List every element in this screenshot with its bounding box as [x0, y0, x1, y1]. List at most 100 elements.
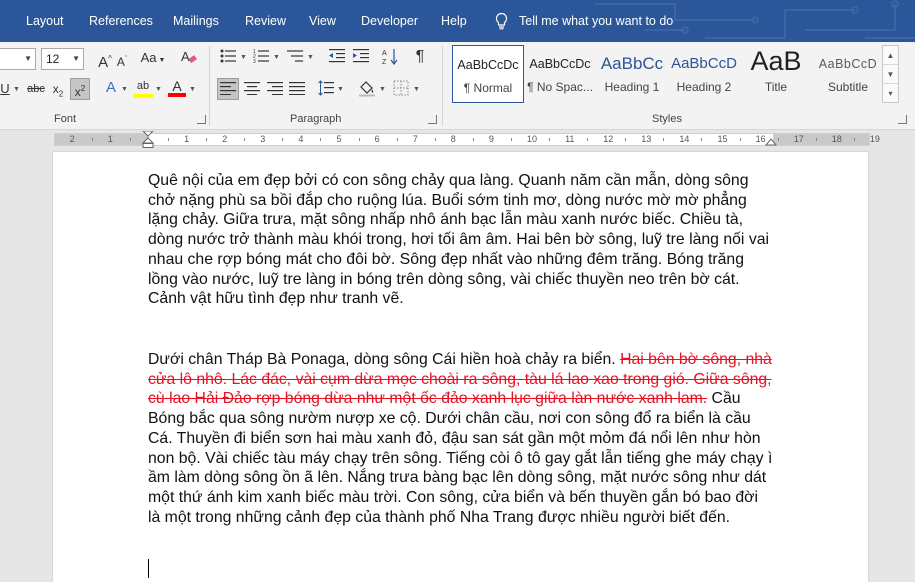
style-heading-2[interactable]: AaBbCcD Heading 2 [668, 45, 740, 103]
ruler-number: 2 [222, 134, 228, 144]
ruler-tick [358, 138, 360, 141]
grow-font-button[interactable]: A^ [95, 50, 115, 72]
paragraph-1[interactable]: Quê nội của em đẹp bởi có con sông chảy … [148, 171, 774, 309]
ruler-tick [663, 138, 665, 141]
ruler-number: 8 [450, 134, 456, 144]
right-indent-marker-icon[interactable] [765, 137, 777, 146]
style-normal[interactable]: AaBbCcDc ¶ Normal [452, 45, 524, 103]
increase-indent-icon [353, 49, 369, 63]
scroll-down-icon[interactable]: ▼ [883, 65, 898, 84]
font-size-value: 12 [46, 52, 60, 66]
tab-developer[interactable]: Developer [361, 0, 418, 42]
borders-button[interactable] [392, 80, 410, 101]
paragraph-2[interactable]: Dưới chân Tháp Bà Ponaga, dòng sông Cái … [148, 350, 774, 527]
group-divider [209, 46, 210, 126]
ruler-number: 19 [869, 134, 880, 144]
change-case-button[interactable]: Aa ▼ [138, 49, 168, 70]
style-name: Title [764, 80, 788, 94]
chevron-down-icon: ▼ [72, 54, 80, 63]
eraser-icon: A [181, 49, 197, 64]
more-styles-icon[interactable]: ▾ [883, 84, 898, 103]
tab-help[interactable]: Help [441, 0, 467, 42]
ruler-number: 5 [336, 134, 342, 144]
tab-mailings[interactable]: Mailings [173, 0, 219, 42]
styles-dialog-launcher[interactable] [898, 115, 907, 124]
paragraph-dialog-launcher[interactable] [428, 115, 437, 124]
justify-icon [289, 82, 305, 96]
ruler-number: 14 [679, 134, 690, 144]
style-no-spacing[interactable]: AaBbCcDc ¶ No Spac... [524, 45, 596, 103]
font-group-label: Font [54, 113, 77, 125]
multilevel-list-button[interactable] [286, 49, 304, 68]
ruler-tick [434, 138, 436, 141]
bullets-button[interactable] [219, 49, 237, 68]
chevron-down-icon: ▼ [189, 86, 196, 93]
paragraph-2-text: Dưới chân Tháp Bà Ponaga, dòng sông Cái … [148, 351, 621, 368]
ruler-tick [91, 138, 93, 141]
style-preview: AaBbCcD [818, 57, 878, 71]
ruler-number: 7 [412, 134, 418, 144]
decrease-indent-button[interactable] [328, 49, 346, 68]
subscript-button[interactable]: x2 [50, 80, 66, 103]
lightbulb-icon [495, 12, 508, 30]
ruler-tick [129, 138, 131, 141]
increase-indent-button[interactable] [352, 49, 370, 68]
ruler-tick [701, 138, 703, 141]
ruler-number: 18 [831, 134, 842, 144]
ruler-number: 9 [488, 134, 494, 144]
paint-bucket-icon [359, 81, 375, 97]
justify-button[interactable] [288, 81, 306, 100]
group-divider [442, 46, 443, 126]
chevron-down-icon: ▼ [24, 54, 32, 63]
style-name: Heading 2 [676, 80, 732, 94]
document-page[interactable]: Quê nội của em đẹp bởi có con sông chảy … [53, 152, 868, 582]
bullets-icon [220, 49, 236, 63]
line-spacing-button[interactable] [317, 80, 335, 101]
borders-icon [393, 80, 409, 96]
clear-formatting-button[interactable]: A [178, 48, 200, 71]
numbering-button[interactable]: 123 [252, 49, 270, 68]
align-center-button[interactable] [243, 81, 261, 100]
highlight-color-button[interactable]: ab [133, 77, 153, 98]
ruler-number: 6 [374, 134, 380, 144]
tab-layout[interactable]: Layout [26, 0, 64, 42]
chevron-down-icon: ▼ [337, 86, 344, 93]
underline-button[interactable]: U [0, 80, 10, 98]
ruler-tick [282, 138, 284, 141]
tab-view[interactable]: View [309, 0, 336, 42]
paragraph-group-label: Paragraph [290, 113, 342, 125]
styles-gallery: AaBbCcDc ¶ Normal AaBbCcDc ¶ No Spac... … [448, 45, 882, 105]
scroll-up-icon[interactable]: ▲ [883, 46, 898, 65]
shading-button[interactable] [357, 79, 377, 102]
font-dialog-launcher[interactable] [197, 115, 206, 124]
font-name-combo[interactable]: ▼ [0, 48, 36, 70]
align-left-icon [219, 81, 237, 100]
font-color-button[interactable]: A [168, 77, 186, 97]
style-heading-1[interactable]: AaBbCc Heading 1 [596, 45, 668, 103]
style-subtitle[interactable]: AaBbCcD Subtitle [812, 45, 884, 103]
ruler-number: 1 [184, 134, 190, 144]
sort-button[interactable]: AZ [381, 48, 399, 72]
ruler-track: 2 1 1 2 3 4 5 6 7 8 9 10 11 12 13 14 15 16 17 18 19 [54, 133, 880, 146]
style-name: ¶ No Spac... [527, 80, 593, 94]
style-title[interactable]: AaB Title [740, 45, 812, 103]
text-effects-button[interactable]: A [102, 79, 120, 97]
ruler-tick [168, 138, 170, 141]
tell-me-search[interactable]: Tell me what you want to do [494, 0, 673, 42]
tab-references[interactable]: References [89, 0, 153, 42]
style-name: Subtitle [827, 80, 869, 94]
svg-text:Z: Z [382, 59, 387, 66]
shrink-font-button[interactable]: Aˇ [115, 51, 129, 71]
tab-review[interactable]: Review [245, 0, 286, 42]
chevron-down-icon: ▼ [413, 86, 420, 93]
chevron-down-icon: ▼ [121, 86, 128, 93]
strikethrough-button[interactable]: abc [25, 80, 47, 98]
ruler-tick [206, 138, 208, 141]
align-right-button[interactable] [266, 81, 284, 100]
indent-marker-icon[interactable] [142, 131, 154, 148]
ruler-number: 2 [69, 134, 75, 144]
font-size-combo[interactable]: 12 ▼ [41, 48, 84, 70]
chevron-down-icon: ▼ [13, 86, 20, 93]
horizontal-ruler[interactable]: 2 1 1 2 3 4 5 6 7 8 9 10 11 12 13 14 15 16 17 18 19 [0, 131, 915, 148]
pilcrow-icon[interactable]: ¶ [411, 48, 429, 66]
